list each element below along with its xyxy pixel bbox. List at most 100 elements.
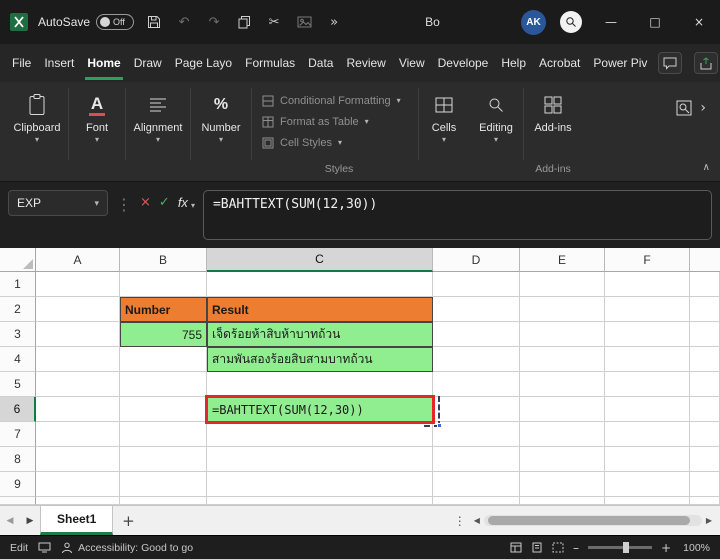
clipboard-group-button[interactable]: Clipboard ▾ bbox=[6, 86, 68, 144]
comments-button[interactable] bbox=[658, 52, 682, 74]
collapse-ribbon-button[interactable]: ∧ bbox=[703, 162, 710, 173]
number-group-button[interactable]: % Number ▾ bbox=[191, 86, 251, 144]
cell[interactable] bbox=[36, 422, 120, 447]
tab-developer[interactable]: Develope bbox=[436, 46, 491, 80]
tab-scroll-divider[interactable]: ⋮ bbox=[454, 514, 466, 528]
normal-view-icon[interactable] bbox=[510, 542, 522, 553]
cell[interactable] bbox=[207, 272, 433, 297]
row-header-2[interactable]: 2 bbox=[0, 297, 36, 322]
autosave-switch[interactable]: Off bbox=[96, 14, 134, 30]
insert-function-button[interactable]: fx ▾ bbox=[178, 195, 195, 210]
column-header-f[interactable]: F bbox=[605, 248, 690, 272]
cell[interactable] bbox=[120, 447, 207, 472]
horizontal-scrollbar[interactable]: ◀ ▶ bbox=[474, 515, 720, 526]
undo-button[interactable]: ↶ bbox=[174, 15, 194, 30]
cell[interactable] bbox=[605, 272, 690, 297]
tab-home[interactable]: Home bbox=[85, 46, 122, 80]
cell[interactable] bbox=[120, 372, 207, 397]
row-header-8[interactable]: 8 bbox=[0, 447, 36, 472]
picture-button[interactable] bbox=[294, 16, 314, 28]
addins-button[interactable]: Add-ins bbox=[524, 86, 582, 134]
tab-acrobat[interactable]: Acrobat bbox=[537, 46, 582, 80]
font-group-button[interactable]: A Font ▾ bbox=[69, 86, 125, 144]
cell[interactable] bbox=[36, 272, 120, 297]
fill-handle[interactable] bbox=[437, 423, 442, 428]
scrollbar-thumb[interactable] bbox=[488, 516, 690, 525]
cell[interactable] bbox=[120, 472, 207, 497]
tab-draw[interactable]: Draw bbox=[132, 46, 164, 80]
avatar[interactable]: AK bbox=[521, 10, 546, 35]
zoom-slider[interactable] bbox=[588, 546, 652, 549]
cell[interactable] bbox=[120, 422, 207, 447]
column-header-b[interactable]: B bbox=[120, 248, 207, 272]
cell[interactable] bbox=[520, 447, 605, 472]
conditional-formatting-button[interactable]: Conditional Formatting ▾ bbox=[262, 90, 418, 111]
restore-button[interactable]: □ bbox=[640, 0, 670, 44]
cell[interactable] bbox=[433, 497, 520, 505]
cell[interactable] bbox=[520, 422, 605, 447]
tab-page-layout[interactable]: Page Layo bbox=[173, 46, 234, 80]
scrollbar-track[interactable] bbox=[484, 515, 702, 526]
cell[interactable] bbox=[120, 272, 207, 297]
cell[interactable] bbox=[36, 497, 120, 505]
cell[interactable] bbox=[605, 422, 690, 447]
cell[interactable] bbox=[207, 447, 433, 472]
cell-c6-active[interactable]: =BAHTTEXT(SUM(12,30)) bbox=[207, 397, 433, 422]
cell[interactable] bbox=[207, 372, 433, 397]
cell[interactable] bbox=[520, 347, 605, 372]
zoom-level[interactable]: 100% bbox=[680, 542, 710, 554]
row-header-9[interactable]: 9 bbox=[0, 472, 36, 497]
cell[interactable] bbox=[433, 397, 520, 422]
column-header-d[interactable]: D bbox=[433, 248, 520, 272]
scroll-right-icon[interactable]: ▶ bbox=[706, 516, 712, 525]
cell[interactable] bbox=[36, 472, 120, 497]
sheet-nav-left-icon[interactable]: ◀ bbox=[0, 516, 20, 526]
cell[interactable] bbox=[520, 497, 605, 505]
cell[interactable] bbox=[207, 497, 433, 505]
page-layout-view-icon[interactable] bbox=[531, 542, 543, 553]
column-header-e[interactable]: E bbox=[520, 248, 605, 272]
cell[interactable] bbox=[36, 347, 120, 372]
cell[interactable] bbox=[605, 297, 690, 322]
redo-button[interactable]: ↷ bbox=[204, 15, 224, 30]
tab-data[interactable]: Data bbox=[306, 46, 335, 80]
cell[interactable] bbox=[36, 322, 120, 347]
tab-review[interactable]: Review bbox=[344, 46, 387, 80]
cell[interactable] bbox=[605, 497, 690, 505]
cut-button[interactable]: ✂ bbox=[264, 15, 284, 30]
close-button[interactable]: × bbox=[684, 0, 714, 44]
cell[interactable] bbox=[605, 447, 690, 472]
cell[interactable] bbox=[207, 472, 433, 497]
tab-insert[interactable]: Insert bbox=[42, 46, 76, 80]
cell[interactable] bbox=[605, 472, 690, 497]
cell[interactable] bbox=[520, 322, 605, 347]
cell-styles-button[interactable]: Cell Styles ▾ bbox=[262, 132, 418, 153]
zoom-in-button[interactable]: + bbox=[661, 541, 671, 555]
cell[interactable] bbox=[120, 497, 207, 505]
cell[interactable] bbox=[520, 472, 605, 497]
editing-group-button[interactable]: Editing ▾ bbox=[469, 86, 523, 144]
row-header-5[interactable]: 5 bbox=[0, 372, 36, 397]
autosave-toggle[interactable]: AutoSave Off bbox=[38, 14, 134, 30]
cell[interactable] bbox=[520, 272, 605, 297]
cell-c4[interactable]: สามพันสองร้อยสิบสามบาทถ้วน bbox=[207, 347, 433, 372]
name-box[interactable]: EXP ▾ bbox=[8, 190, 108, 216]
row-header-7[interactable]: 7 bbox=[0, 422, 36, 447]
cell[interactable] bbox=[605, 372, 690, 397]
cell[interactable] bbox=[36, 297, 120, 322]
cell-c2[interactable]: Result bbox=[207, 297, 433, 322]
cell[interactable] bbox=[120, 347, 207, 372]
row-header-4[interactable]: 4 bbox=[0, 347, 36, 372]
cell[interactable] bbox=[433, 297, 520, 322]
cell-c3[interactable]: เจ็ดร้อยห้าสิบห้าบาทถ้วน bbox=[207, 322, 433, 347]
cell[interactable] bbox=[120, 397, 207, 422]
zoom-out-button[interactable]: – bbox=[573, 541, 579, 555]
cell[interactable] bbox=[605, 397, 690, 422]
minimize-button[interactable]: — bbox=[596, 0, 626, 44]
cell[interactable] bbox=[520, 372, 605, 397]
new-sheet-button[interactable]: + bbox=[113, 512, 143, 530]
zoom-slider-thumb[interactable] bbox=[623, 542, 629, 553]
cell[interactable] bbox=[36, 372, 120, 397]
enter-icon[interactable]: ✓ bbox=[159, 195, 170, 210]
select-all-corner[interactable] bbox=[0, 248, 36, 272]
